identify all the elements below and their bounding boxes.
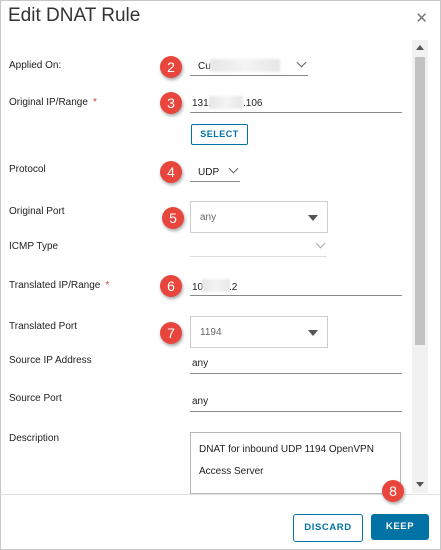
translated-ip-input[interactable]: 10. .2: [190, 277, 402, 296]
redacted-value: [202, 279, 230, 292]
callout-badge: 4: [160, 161, 182, 183]
translated-ip-suffix: .2: [229, 282, 238, 293]
redacted-value: [209, 96, 243, 109]
keep-button[interactable]: KEEP: [371, 514, 429, 540]
redacted-value: [210, 59, 280, 72]
chevron-down-icon: [228, 163, 239, 174]
translated-port-label: Translated Port: [9, 321, 77, 332]
protocol-value: UDP: [198, 167, 220, 178]
close-icon[interactable]: ✕: [415, 9, 428, 27]
protocol-select[interactable]: UDP: [190, 163, 240, 182]
original-port-label: Original Port: [9, 206, 65, 217]
source-port-input[interactable]: any: [190, 393, 402, 412]
original-ip-suffix: .106: [243, 98, 263, 109]
discard-button[interactable]: DISCARD: [293, 514, 363, 542]
original-ip-label: Original IP/Range *: [9, 97, 97, 108]
source-port-label: Source Port: [9, 393, 62, 404]
original-port-value: any: [200, 212, 217, 223]
description-label: Description: [9, 433, 60, 444]
description-textarea[interactable]: DNAT for inbound UDP 1194 OpenVPN Access…: [190, 432, 401, 494]
icmp-type-label: ICMP Type: [9, 241, 59, 252]
callout-badge: 3: [160, 92, 182, 114]
original-ip-input[interactable]: 131. .106: [190, 94, 402, 113]
source-ip-label: Source IP Address: [9, 355, 92, 366]
callout-badge: 2: [160, 56, 182, 78]
caret-down-icon: [308, 330, 318, 336]
protocol-label: Protocol: [9, 164, 46, 175]
translated-port-value: 1194: [200, 327, 222, 338]
original-port-dropdown[interactable]: any: [190, 201, 328, 233]
icmp-type-select[interactable]: [190, 238, 327, 257]
applied-on-select[interactable]: Cu: [190, 57, 308, 76]
source-ip-input[interactable]: any: [190, 355, 402, 374]
chevron-down-icon: [315, 238, 326, 249]
source-port-value: any: [192, 396, 209, 407]
callout-badge: 7: [160, 322, 182, 344]
select-button[interactable]: SELECT: [191, 124, 248, 145]
callout-badge: 8: [382, 480, 404, 502]
vertical-scrollbar[interactable]: [412, 40, 428, 493]
source-ip-value: any: [192, 358, 209, 369]
translated-ip-label: Translated IP/Range *: [9, 280, 110, 291]
applied-on-label: Applied On:: [9, 60, 62, 71]
applied-on-value: Cu: [198, 61, 211, 72]
callout-badge: 5: [162, 207, 184, 229]
caret-down-icon: [308, 215, 318, 221]
dialog-title: Edit DNAT Rule: [8, 5, 141, 26]
scrollbar-thumb[interactable]: [415, 57, 425, 345]
scroll-down-icon[interactable]: [416, 482, 424, 487]
chevron-down-icon: [296, 57, 307, 68]
scroll-up-icon[interactable]: [416, 45, 424, 50]
translated-port-dropdown[interactable]: 1194: [190, 316, 328, 348]
callout-badge: 6: [160, 275, 182, 297]
